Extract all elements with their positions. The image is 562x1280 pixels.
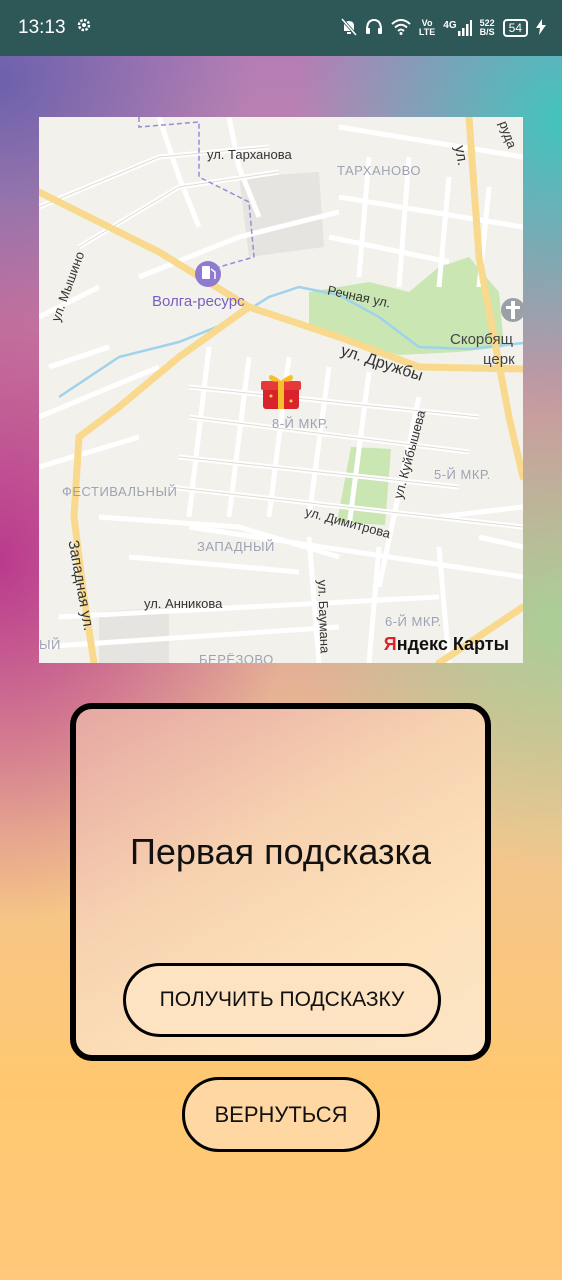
gear-icon xyxy=(76,17,92,39)
brand-letter: Я xyxy=(383,634,397,654)
street-label: ул. Баумана xyxy=(315,579,333,654)
poi-church-line2[interactable]: церк xyxy=(483,351,515,368)
net-speed: 522 B/S xyxy=(480,19,495,37)
district-label: 5-Й МКР. xyxy=(434,467,491,482)
status-right: Vo LTE 4G 522 B/S 54 xyxy=(340,17,546,39)
map-brand-logo[interactable]: Яндекс Карты xyxy=(384,634,509,655)
hint-title: Первая подсказка xyxy=(129,831,432,872)
wifi-icon xyxy=(391,18,411,38)
charging-icon xyxy=(536,18,546,38)
speed-unit: B/S xyxy=(479,27,495,37)
get-hint-button[interactable]: ПОЛУЧИТЬ ПОДСКАЗКУ xyxy=(123,963,441,1037)
status-left: 13:13 xyxy=(18,17,92,39)
district-label: БЕРЁЗОВО xyxy=(199,652,274,663)
network-type: 4G xyxy=(443,20,457,31)
volte-indicator: Vo LTE xyxy=(419,19,435,37)
signal-icon xyxy=(457,20,472,36)
hint-card: Первая подсказка ПОЛУЧИТЬ ПОДСКАЗКУ xyxy=(70,703,491,1061)
battery-indicator: 54 xyxy=(502,19,528,37)
street-label: ул. Анникова xyxy=(144,596,223,611)
back-button[interactable]: ВЕРНУТЬСЯ xyxy=(182,1077,380,1152)
street-label: ул. Тарханова xyxy=(207,147,292,162)
poi-church-line1[interactable]: Скорбящ xyxy=(450,331,513,348)
status-time: 13:13 xyxy=(18,17,66,38)
district-label: ЗАПАДНЫЙ xyxy=(197,539,275,554)
district-label: 8-Й МКР. xyxy=(272,416,329,431)
volte-bottom: LTE xyxy=(418,27,436,37)
district-label: 6-Й МКР. xyxy=(385,614,442,629)
status-bar: 13:13 Vo LTE 4G 522 B/S 54 xyxy=(0,0,562,56)
street-label: ул. xyxy=(450,144,472,167)
map-view[interactable]: ул. Тарханова ул. Мышино Речная ул. ул. … xyxy=(39,117,523,663)
mute-bell-icon xyxy=(340,17,358,39)
district-label: ТАРХАНОВО xyxy=(337,163,421,178)
gift-icon[interactable] xyxy=(261,369,301,411)
signal-indicator: 4G xyxy=(443,20,472,36)
headphones-icon xyxy=(365,18,383,39)
district-label: ЫЙ xyxy=(39,637,61,652)
brand-text: ндекс Карты xyxy=(396,634,509,654)
poi-volga-resurs[interactable]: Волга-ресурс xyxy=(152,293,245,310)
district-label: ФЕСТИВАЛЬНЫЙ xyxy=(62,484,178,499)
